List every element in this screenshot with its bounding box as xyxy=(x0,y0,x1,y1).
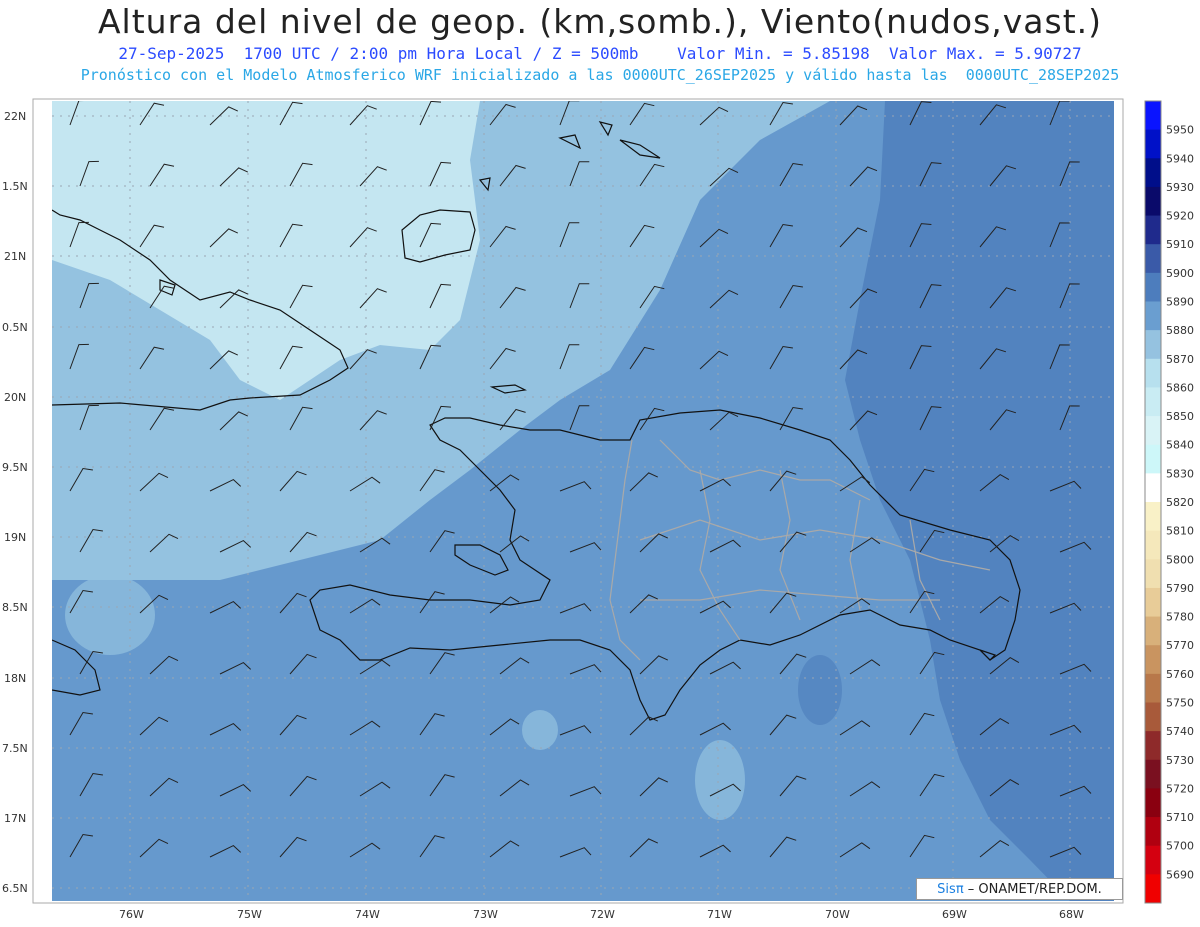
colorbar-swatch xyxy=(1145,616,1161,646)
colorbar-label: 5750 xyxy=(1166,697,1194,710)
colorbar-swatch xyxy=(1145,587,1161,618)
lat-label: 19N xyxy=(4,531,26,544)
lat-label: 1.5N xyxy=(2,180,28,193)
colorbar-label: 5790 xyxy=(1166,582,1194,595)
colorbar-swatch xyxy=(1145,874,1161,904)
colorbar-label: 5840 xyxy=(1166,439,1194,452)
patch-5870 xyxy=(65,575,155,655)
colorbar-swatch xyxy=(1145,731,1161,761)
colorbar-label: 5930 xyxy=(1166,181,1194,194)
colorbar-label: 5730 xyxy=(1166,754,1194,767)
patch-5870 xyxy=(522,710,558,750)
lat-label: 17N xyxy=(4,812,26,825)
lat-label: 18N xyxy=(4,672,26,685)
colorbar-label: 5860 xyxy=(1166,381,1194,394)
lon-label: 75W xyxy=(237,908,262,921)
lat-label: 21N xyxy=(4,250,26,263)
lon-label: 70W xyxy=(825,908,850,921)
colorbar-label: 5950 xyxy=(1166,124,1194,137)
colorbar-swatch xyxy=(1145,272,1161,302)
lat-label: 6.5N xyxy=(2,882,28,895)
lat-label: 7.5N xyxy=(2,742,28,755)
colorbar-swatch xyxy=(1145,215,1161,245)
colorbar-swatch xyxy=(1145,330,1161,360)
latitude-axis: 22N 1.5N 21N 0.5N 20N 9.5N 19N 8.5N 18N … xyxy=(2,110,28,895)
patch-5890 xyxy=(798,655,842,725)
colorbar-swatch xyxy=(1145,845,1161,875)
lat-label: 0.5N xyxy=(2,321,28,334)
geopotential-map: 22N 1.5N 21N 0.5N 20N 9.5N 19N 8.5N 18N … xyxy=(2,98,1194,921)
lon-label: 69W xyxy=(942,908,967,921)
colorbar-swatch xyxy=(1145,645,1161,675)
contour-fills xyxy=(52,101,1114,901)
colorbar-label: 5920 xyxy=(1166,210,1194,223)
colorbar-label: 5760 xyxy=(1166,668,1194,681)
lat-label: 22N xyxy=(4,110,26,123)
colorbar-label: 5830 xyxy=(1166,467,1194,480)
colorbar-swatch xyxy=(1145,416,1161,446)
colorbar-label: 5800 xyxy=(1166,553,1194,566)
colorbar-label: 5810 xyxy=(1166,525,1194,538)
colorbar-swatch xyxy=(1145,473,1161,503)
credit-text: – ONAMET/REP.DOM. xyxy=(967,881,1102,897)
colorbar-label: 5870 xyxy=(1166,353,1194,366)
colorbar-label: 5740 xyxy=(1166,725,1194,738)
lon-label: 76W xyxy=(119,908,144,921)
colorbar-swatch xyxy=(1145,129,1161,159)
colorbar-swatch xyxy=(1145,788,1161,818)
colorbar-swatch xyxy=(1145,444,1161,474)
colorbar-swatch xyxy=(1145,158,1161,188)
credit-pi: π xyxy=(955,881,964,897)
colorbar-label: 5890 xyxy=(1166,296,1194,309)
lon-label: 68W xyxy=(1059,908,1084,921)
patch-5870 xyxy=(695,740,745,820)
colorbar: 5950 5940 5930 5920 5910 5900 5890 5880 5870 5860… xyxy=(1144,100,1194,904)
lat-label: 20N xyxy=(4,391,26,404)
colorbar-swatch xyxy=(1145,702,1161,732)
lon-label: 74W xyxy=(355,908,380,921)
colorbar-swatch xyxy=(1145,358,1161,388)
credit-brand: Sis xyxy=(937,881,956,897)
lon-label: 72W xyxy=(590,908,615,921)
longitude-axis: 76W 75W 74W 73W 72W 71W 70W 69W 68W xyxy=(119,908,1084,921)
colorbar-swatch xyxy=(1145,101,1161,131)
colorbar-label: 5900 xyxy=(1166,267,1194,280)
colorbar-swatch xyxy=(1145,817,1161,847)
credit-box: Sis π – ONAMET/REP.DOM. xyxy=(916,878,1123,900)
colorbar-label: 5700 xyxy=(1166,840,1194,853)
colorbar-label: 5690 xyxy=(1166,868,1194,881)
lon-label: 73W xyxy=(473,908,498,921)
colorbar-swatch xyxy=(1145,387,1161,417)
colorbar-swatch xyxy=(1145,759,1161,789)
colorbar-label: 5880 xyxy=(1166,324,1194,337)
colorbar-swatch xyxy=(1145,673,1161,703)
colorbar-label: 5910 xyxy=(1166,238,1194,251)
colorbar-swatch xyxy=(1145,186,1161,217)
colorbar-swatch xyxy=(1145,530,1161,560)
colorbar-label: 5720 xyxy=(1166,782,1194,795)
colorbar-swatch xyxy=(1145,244,1161,274)
colorbar-swatch xyxy=(1145,502,1161,532)
lon-label: 71W xyxy=(707,908,732,921)
colorbar-label: 5940 xyxy=(1166,152,1194,165)
colorbar-swatch xyxy=(1145,301,1161,331)
lat-label: 8.5N xyxy=(2,601,28,614)
colorbar-label: 5850 xyxy=(1166,410,1194,423)
colorbar-label: 5710 xyxy=(1166,811,1194,824)
colorbar-swatch xyxy=(1145,559,1161,589)
lat-label: 9.5N xyxy=(2,461,28,474)
colorbar-label: 5780 xyxy=(1166,611,1194,624)
colorbar-label: 5770 xyxy=(1166,639,1194,652)
colorbar-label: 5820 xyxy=(1166,496,1194,509)
